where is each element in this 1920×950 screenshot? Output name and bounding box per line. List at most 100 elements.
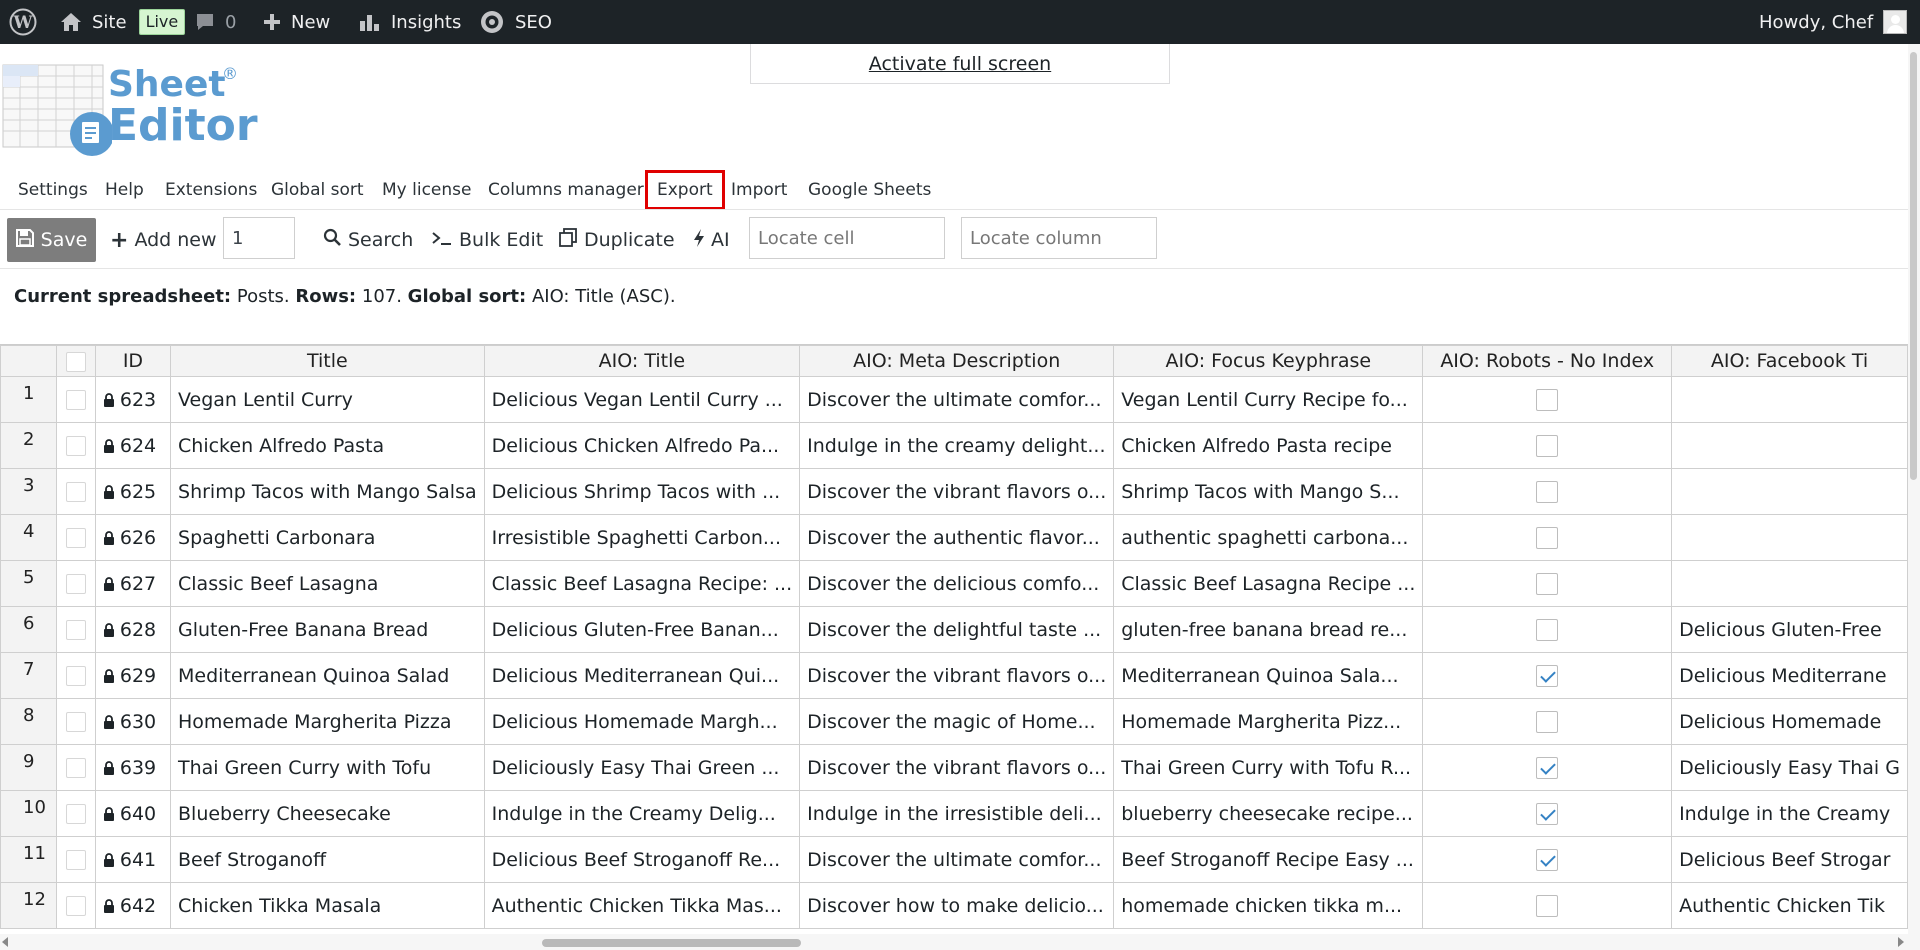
column-header-title[interactable]: Title [170,345,485,377]
column-header-aio-robots-noindex[interactable]: AIO: Robots - No Index [1422,345,1673,377]
noindex-checkbox[interactable] [1536,480,1559,503]
scroll-right-arrow-icon[interactable] [1898,937,1904,947]
row-select-checkbox[interactable] [65,390,86,410]
cell-aio-focus-keyphrase[interactable]: homemade chicken tikka m... [1113,882,1424,929]
row-select-checkbox[interactable] [65,712,86,732]
cell-aio-focus-keyphrase[interactable]: Shrimp Tacos with Mango S... [1113,468,1424,515]
menu-settings[interactable]: Settings [18,172,88,208]
select-all-header[interactable] [56,345,96,377]
select-all-checkbox[interactable] [65,351,86,372]
row-number[interactable]: 4 [0,514,58,561]
cell-title[interactable]: Vegan Lentil Curry [170,376,485,423]
noindex-checkbox[interactable] [1536,894,1559,917]
row-select-cell[interactable] [56,882,96,929]
cell-aio-focus-keyphrase[interactable]: gluten-free banana bread re... [1113,606,1424,653]
cell-aio-robots-noindex[interactable] [1422,560,1673,607]
row-select-checkbox[interactable] [65,528,86,548]
cell-aio-robots-noindex[interactable] [1422,790,1673,837]
cell-aio-meta-description[interactable]: Indulge in the irresistible deli... [799,790,1115,837]
duplicate-button[interactable]: Duplicate [558,218,675,262]
row-number[interactable]: 1 [0,376,58,423]
row-select-cell[interactable] [56,744,96,791]
row-select-cell[interactable] [56,836,96,883]
cell-id[interactable]: 641 [94,836,172,883]
cell-aio-facebook-title[interactable]: Delicious Gluten-Free [1671,606,1908,653]
wordpress-logo-icon[interactable]: W [9,0,37,44]
noindex-checkbox[interactable] [1536,388,1559,411]
column-header-aio-title[interactable]: AIO: Title [483,345,801,377]
horizontal-scrollbar-thumb[interactable] [542,939,801,947]
cell-aio-title[interactable]: Deliciously Easy Thai Green ... [483,744,801,791]
cell-id[interactable]: 642 [94,882,172,929]
row-number[interactable]: 10 [0,790,58,837]
row-number[interactable]: 9 [0,744,58,791]
insights-menu[interactable]: Insights [359,0,461,44]
cell-id[interactable]: 640 [94,790,172,837]
row-select-checkbox[interactable] [65,804,86,824]
add-new-count-input[interactable] [223,217,295,259]
cell-id[interactable]: 625 [94,468,172,515]
horizontal-scrollbar[interactable] [0,934,1908,950]
cell-aio-facebook-title[interactable] [1671,560,1908,607]
cell-aio-meta-description[interactable]: Discover the vibrant flavors o... [799,468,1115,515]
noindex-checkbox[interactable] [1536,710,1559,733]
row-select-cell[interactable] [56,606,96,653]
row-select-cell[interactable] [56,376,96,423]
noindex-checkbox[interactable] [1536,618,1559,641]
row-select-cell[interactable] [56,790,96,837]
site-menu[interactable]: Site Live [60,0,186,44]
cell-aio-title[interactable]: Delicious Homemade Margh... [483,698,801,745]
row-select-cell[interactable] [56,514,96,561]
cell-title[interactable]: Homemade Margherita Pizza [170,698,485,745]
row-number[interactable]: 12 [0,882,58,929]
noindex-checkbox[interactable] [1536,526,1559,549]
cell-aio-facebook-title[interactable]: Delicious Homemade [1671,698,1908,745]
noindex-checkbox[interactable] [1536,434,1559,457]
cell-aio-meta-description[interactable]: Discover the vibrant flavors o... [799,652,1115,699]
menu-extensions[interactable]: Extensions [165,172,257,208]
cell-title[interactable]: Mediterranean Quinoa Salad [170,652,485,699]
row-select-checkbox[interactable] [65,620,86,640]
cell-aio-facebook-title[interactable]: Deliciously Easy Thai G [1671,744,1908,791]
cell-aio-meta-description[interactable]: Discover the ultimate comfor... [799,376,1115,423]
cell-aio-robots-noindex[interactable] [1422,744,1673,791]
row-number[interactable]: 2 [0,422,58,469]
cell-aio-meta-description[interactable]: Discover how to make delicio... [799,882,1115,929]
vertical-scrollbar-thumb[interactable] [1910,52,1917,480]
column-header-aio-facebook-title[interactable]: AIO: Facebook Ti [1671,345,1908,377]
cell-id[interactable]: 623 [94,376,172,423]
cell-aio-robots-noindex[interactable] [1422,836,1673,883]
menu-columns-manager[interactable]: Columns manager [488,172,644,208]
cell-title[interactable]: Beef Stroganoff [170,836,485,883]
row-select-checkbox[interactable] [65,666,86,686]
row-number[interactable]: 8 [0,698,58,745]
comments-menu[interactable]: 0 [195,0,236,44]
column-header-aio-meta-description[interactable]: AIO: Meta Description [799,345,1115,377]
cell-aio-robots-noindex[interactable] [1422,422,1673,469]
cell-title[interactable]: Spaghetti Carbonara [170,514,485,561]
add-new-button[interactable]: + Add new [110,218,217,262]
row-select-cell[interactable] [56,652,96,699]
row-select-cell[interactable] [56,560,96,607]
seo-menu[interactable]: SEO [479,0,552,44]
menu-my-license[interactable]: My license [382,172,471,208]
cell-id[interactable]: 629 [94,652,172,699]
row-number[interactable]: 11 [0,836,58,883]
cell-aio-facebook-title[interactable]: Authentic Chicken Tik [1671,882,1908,929]
cell-aio-facebook-title[interactable] [1671,514,1908,561]
cell-aio-focus-keyphrase[interactable]: Classic Beef Lasagna Recipe ... [1113,560,1424,607]
cell-aio-meta-description[interactable]: Discover the magic of Home... [799,698,1115,745]
cell-aio-title[interactable]: Delicious Beef Stroganoff Re... [483,836,801,883]
save-button[interactable]: Save [7,218,96,262]
cell-aio-focus-keyphrase[interactable]: Chicken Alfredo Pasta recipe [1113,422,1424,469]
noindex-checkbox[interactable] [1536,802,1559,825]
row-number[interactable]: 6 [0,606,58,653]
row-select-cell[interactable] [56,422,96,469]
cell-aio-title[interactable]: Delicious Vegan Lentil Curry ... [483,376,801,423]
cell-aio-meta-description[interactable]: Discover the authentic flavor... [799,514,1115,561]
cell-aio-facebook-title[interactable]: Delicious Mediterrane [1671,652,1908,699]
row-number[interactable]: 7 [0,652,58,699]
cell-aio-robots-noindex[interactable] [1422,514,1673,561]
row-select-cell[interactable] [56,468,96,515]
cell-title[interactable]: Gluten-Free Banana Bread [170,606,485,653]
